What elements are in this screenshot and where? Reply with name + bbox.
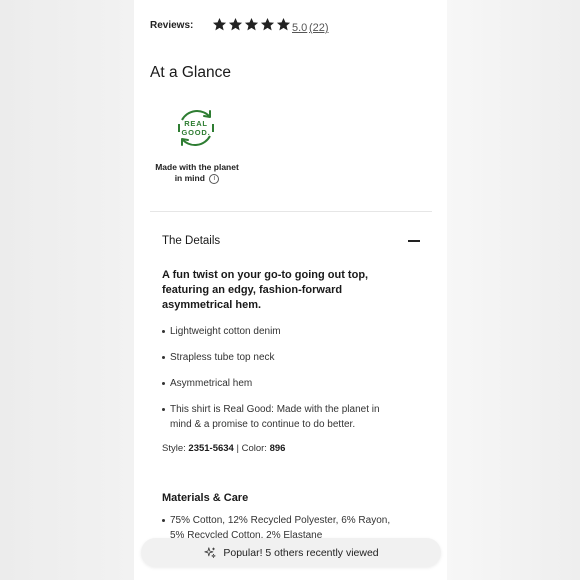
star-icon: [260, 17, 275, 31]
minus-icon[interactable]: [408, 240, 420, 242]
section-divider: [150, 211, 432, 212]
review-count-link[interactable]: (22): [309, 22, 329, 34]
style-label: Style:: [162, 443, 186, 454]
star-rating[interactable]: [212, 17, 291, 32]
details-heading[interactable]: The Details: [162, 235, 220, 247]
popular-toast-text: Popular! 5 others recently viewed: [223, 546, 379, 559]
list-item: This shirt is Real Good: Made with the p…: [162, 402, 397, 432]
star-icon: [244, 17, 259, 31]
list-item: Strapless tube top neck: [162, 350, 397, 365]
badge-caption-line2: in mind: [174, 173, 205, 183]
color-label: Color:: [241, 443, 267, 454]
color-value: 896: [269, 443, 286, 454]
at-a-glance-heading: At a Glance: [150, 64, 231, 81]
style-color-line: Style: 2351-5634 | Color: 896: [162, 443, 285, 454]
badge-caption-line1: Made with the planet: [155, 162, 239, 172]
details-headline: A fun twist on your go-to going out top,…: [162, 269, 369, 311]
separator: |: [236, 443, 239, 454]
star-icon: [276, 17, 291, 31]
list-item: Asymmetrical hem: [162, 376, 397, 391]
badge-line1: REAL: [184, 119, 208, 128]
popular-toast[interactable]: Popular! 5 others recently viewed: [141, 538, 441, 567]
product-info-panel: Reviews: 5.0 (22) At a Glance REAL GOOD.…: [134, 0, 447, 580]
real-good-badge-icon: REAL GOOD.: [178, 110, 214, 146]
badge-line2: GOOD.: [181, 128, 210, 137]
background-left: [0, 0, 134, 580]
star-icon: [212, 17, 227, 31]
sparkle-icon: [204, 546, 216, 558]
details-bullet-list: Lightweight cotton denim Strapless tube …: [162, 324, 397, 443]
rating-value-link[interactable]: 5.0: [292, 22, 307, 34]
style-value: 2351-5634: [188, 443, 234, 454]
list-item: Lightweight cotton denim: [162, 324, 397, 339]
materials-care-heading[interactable]: Materials & Care: [162, 492, 248, 504]
badge-caption: Made with the planet in mind i: [148, 162, 246, 184]
background-right: [447, 0, 580, 580]
reviews-label: Reviews:: [150, 20, 194, 31]
star-icon: [228, 17, 243, 31]
info-icon[interactable]: i: [209, 173, 220, 184]
